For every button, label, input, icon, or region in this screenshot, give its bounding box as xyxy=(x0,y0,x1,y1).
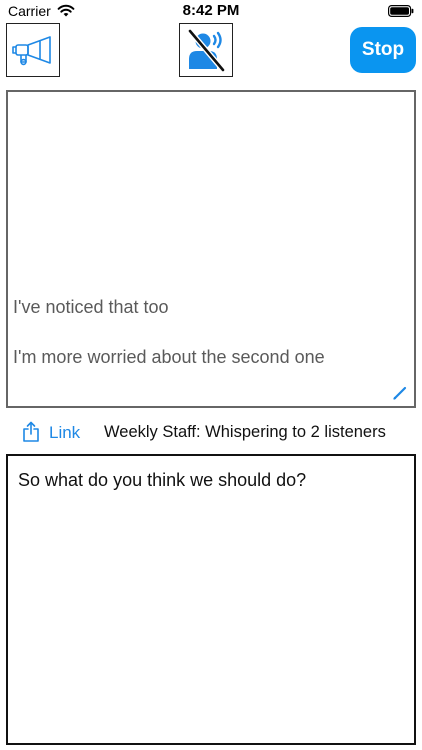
session-status: Weekly Staff: Whispering to 2 listeners xyxy=(104,423,386,441)
share-icon[interactable] xyxy=(22,421,40,442)
horn-icon xyxy=(12,36,51,66)
horn-button[interactable] xyxy=(6,23,60,77)
clock: 8:42 PM xyxy=(182,2,240,19)
link-button[interactable]: Link xyxy=(49,423,80,443)
battery-icon xyxy=(388,5,414,17)
app-screen: Carrier 8:42 PM Stop I've noticed that t… xyxy=(0,0,422,750)
compose-text-area[interactable]: So what do you think we should do? xyxy=(6,454,416,745)
stop-button[interactable]: Stop xyxy=(350,27,416,73)
transcript-line: I'm more worried about the second one xyxy=(13,347,325,367)
compose-text: So what do you think we should do? xyxy=(18,470,307,490)
pencil-icon[interactable] xyxy=(392,385,408,401)
speaking-toggle-button[interactable] xyxy=(179,23,233,77)
transcript-line: I've noticed that too xyxy=(13,297,169,317)
transcript-panel[interactable]: I've noticed that too I'm more worried a… xyxy=(6,90,416,408)
share-row: Link Weekly Staff: Whispering to 2 liste… xyxy=(0,418,422,446)
status-bar: Carrier 8:42 PM xyxy=(0,0,422,22)
speaking-muted-icon xyxy=(187,28,226,73)
